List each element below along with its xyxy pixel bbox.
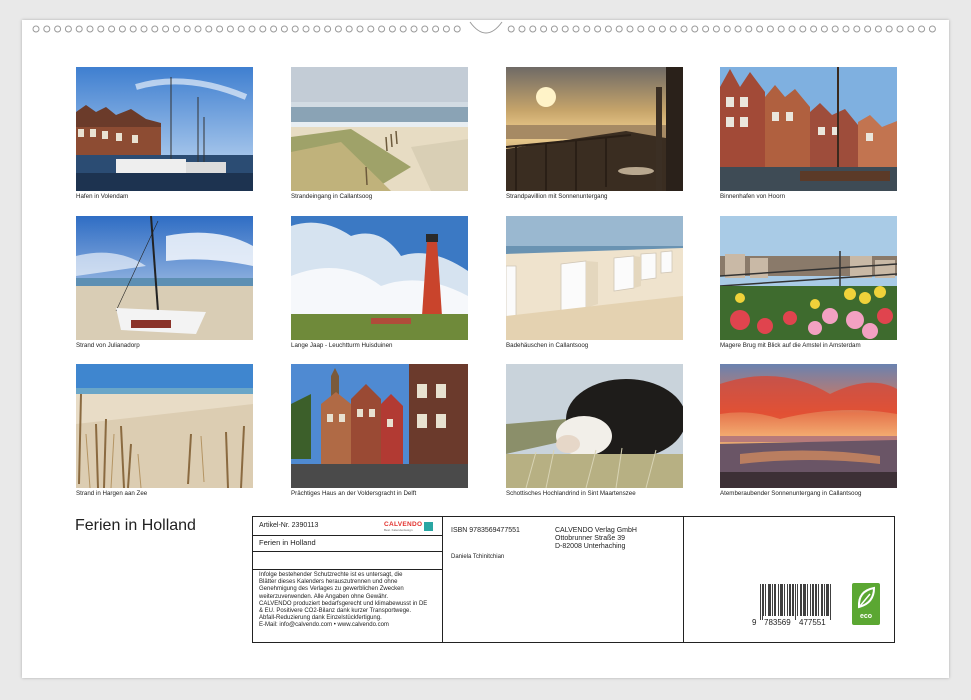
photo-caption: Strand von Julianadorp [76,342,140,349]
photo-3 [506,67,683,191]
photo-caption: Strandeingang in Callantsoog [291,193,373,200]
photo-caption: Hafen in Volendam [76,193,129,200]
photo-caption: Badehäuschen in Callantsoog [506,342,589,349]
publisher-line: D-82008 Unterhaching [555,543,626,551]
photo-11 [506,364,683,488]
calendar-title: Ferien in Holland [75,517,196,534]
photo-caption: Binnenhafen von Hoorn [720,193,786,200]
isbn: ISBN 9783569477551 [451,527,520,534]
leaf-icon [857,586,876,609]
photo-7 [506,216,683,340]
eco-badge: eco [852,583,880,625]
divider [683,517,684,642]
photo-10 [291,364,468,488]
photo-caption: Strandpavillion mit Sonnenuntergang [506,193,608,200]
barcode [760,584,831,620]
photo-caption: Strand in Hargen aan Zee [76,490,148,497]
divider [253,569,442,570]
photo-4 [720,67,897,191]
divider [442,517,443,642]
divider [253,551,442,552]
info-box: Artikel-Nr. 2390113 CALVENDO Best. Kalen… [252,516,895,643]
legal-line: Blätter dieses Kalenders herauszutrennen… [259,579,398,586]
article-number: Artikel-Nr. 2390113 [259,522,319,529]
photo-caption: Schottisches Hochlandrind in Sint Maarte… [506,490,636,497]
logo-subtext: Best. Kalenderdesign [384,528,413,532]
publisher-line: Ottobrunner Straße 39 [555,535,626,543]
legal-line: Abfall-Reduzierung dank Einzelstückferti… [259,615,382,622]
eco-label: eco [859,613,873,620]
publisher-address: CALVENDO Verlag GmbH Ottobrunner Straße … [555,527,637,552]
photo-5 [76,216,253,340]
author: Daniela Tchinitchian [451,554,505,560]
photo-caption: Magere Brug mit Blick auf die Amstel in … [720,342,861,349]
spiral-binding [32,21,936,34]
photo-caption: Lange Jaap - Leuchtturm Huisduinen [291,342,393,349]
logo-mark-icon [424,522,433,531]
box-title: Ferien in Holland [259,538,316,547]
legal-line: E-Mail: info@calvendo.com • www.calvendo… [259,622,389,629]
barcode-prefix: 9 [752,618,757,627]
photo-1 [76,67,253,191]
photo-8 [720,216,897,340]
photo-6 [291,216,468,340]
legal-line: & EU. Positivere CO2-Bilanz dank kurzer … [259,608,412,615]
legal-line: CALVENDO produziert bedarfsgerecht und k… [259,600,428,607]
calvendo-logo: CALVENDO Best. Kalenderdesign [384,521,433,532]
barcode-group-2: 477551 [799,618,826,627]
photo-caption: Atemberaubender Sonnenuntergang in Calla… [720,490,862,497]
legal-line: Infolge bestehender Schutzrechte ist es … [259,572,403,578]
logo-text: CALVENDO [384,521,423,528]
photo-9 [76,364,253,488]
photo-caption: Prächtiges Haus an der Voldersgracht in … [291,490,417,497]
legal-line: Genehmigung des Verlages zu gewerblichen… [259,586,404,593]
divider [253,535,442,536]
legal-line: weiterzuverwenden. Alle Angaben ohne Gew… [259,593,389,600]
photo-2 [291,67,468,191]
publisher-line: CALVENDO Verlag GmbH [555,527,637,534]
barcode-group-1: 783569 [764,618,791,627]
photo-12 [720,364,897,488]
legal-text: Infolge bestehender Schutzrechte ist es … [259,572,427,630]
